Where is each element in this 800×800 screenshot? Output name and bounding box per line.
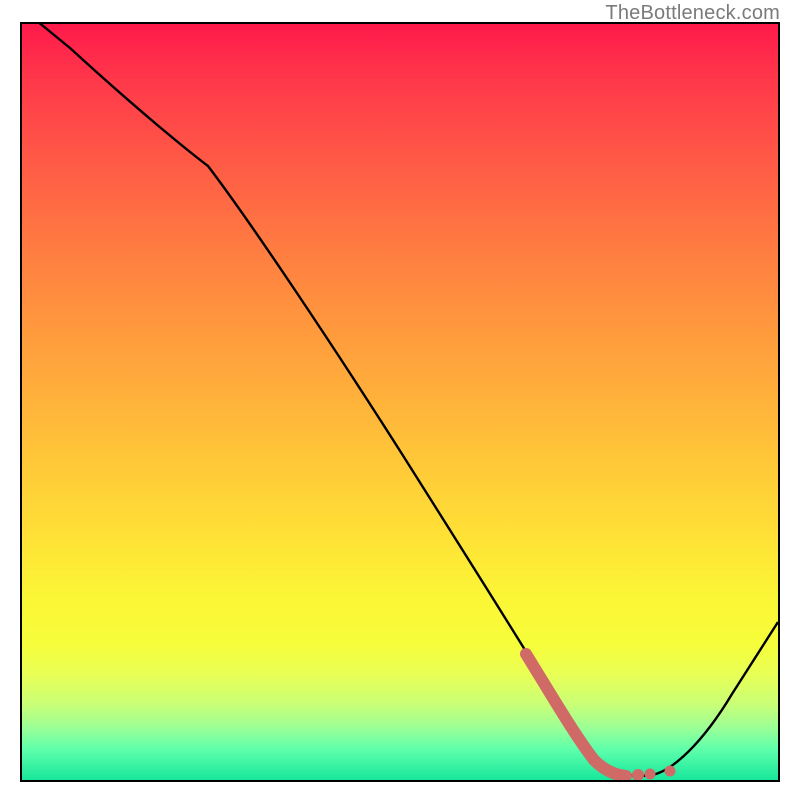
highlight-dot-3 — [665, 766, 676, 777]
plot-area — [20, 22, 780, 782]
highlight-dot-2 — [645, 769, 656, 780]
highlight-dots — [526, 654, 626, 776]
line-chart-svg — [22, 24, 778, 780]
bottleneck-curve — [26, 22, 778, 776]
chart-container: TheBottleneck.com — [0, 0, 800, 800]
highlight-dot-1 — [632, 769, 644, 781]
